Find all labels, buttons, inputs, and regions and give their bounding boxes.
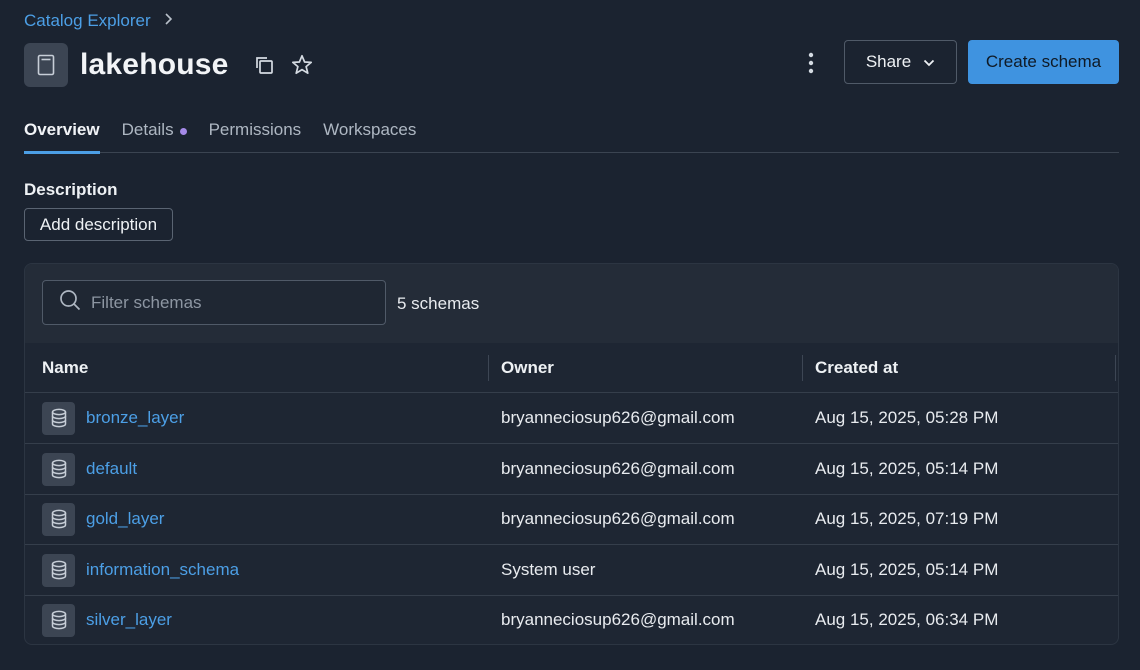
page-title: lakehouse <box>80 48 229 81</box>
schema-owner: System user <box>501 560 596 579</box>
table-row[interactable]: bronze_layer bryanneciosup626@gmail.com … <box>25 393 1118 444</box>
schemas-toolbar: 5 schemas <box>25 264 1118 343</box>
schema-owner: bryanneciosup626@gmail.com <box>501 408 735 427</box>
database-icon <box>42 452 75 486</box>
schemas-panel: 5 schemas Name Owner Created at bronze_l… <box>24 263 1119 645</box>
database-icon <box>42 502 75 536</box>
share-button[interactable]: Share <box>844 40 957 84</box>
tab-details[interactable]: Details <box>122 108 187 153</box>
description-heading: Description <box>24 180 118 199</box>
tab-overview-label: Overview <box>24 120 100 139</box>
schema-created-at: Aug 15, 2025, 06:34 PM <box>815 610 999 629</box>
table-header: Name Owner Created at <box>25 343 1118 393</box>
create-schema-button[interactable]: Create schema <box>968 40 1119 84</box>
schema-owner: bryanneciosup626@gmail.com <box>501 509 735 528</box>
column-header-owner[interactable]: Owner <box>501 343 554 393</box>
database-icon <box>42 603 75 637</box>
schema-name-link[interactable]: bronze_layer <box>86 408 184 428</box>
schema-name-link[interactable]: gold_layer <box>86 509 164 529</box>
details-indicator-dot <box>179 128 187 135</box>
column-header-name[interactable]: Name <box>42 343 88 393</box>
copy-icon[interactable] <box>251 52 277 78</box>
schema-owner: bryanneciosup626@gmail.com <box>501 459 735 478</box>
schema-name-link[interactable]: default <box>86 459 137 479</box>
schema-name-link[interactable]: silver_layer <box>86 610 172 630</box>
title-row: lakehouse <box>24 43 315 87</box>
breadcrumb: Catalog Explorer <box>24 11 173 31</box>
table-row[interactable]: silver_layer bryanneciosup626@gmail.com … <box>25 595 1118 644</box>
tab-bar: Overview Details Permissions Workspaces <box>24 108 1119 154</box>
filter-schemas-input[interactable] <box>91 292 371 313</box>
breadcrumb-catalog-explorer[interactable]: Catalog Explorer <box>24 11 151 31</box>
search-icon <box>59 289 81 316</box>
catalog-explorer-page: Catalog Explorer lakehouse Share Create … <box>0 0 1140 670</box>
star-icon[interactable] <box>289 52 315 78</box>
tab-workspaces[interactable]: Workspaces <box>323 108 416 153</box>
filter-schemas-field[interactable] <box>42 280 386 325</box>
chevron-down-icon <box>923 52 935 72</box>
catalog-icon <box>24 43 68 87</box>
column-divider[interactable] <box>802 355 803 381</box>
schema-count: 5 schemas <box>397 294 480 313</box>
table-row[interactable]: default bryanneciosup626@gmail.com Aug 1… <box>25 444 1118 495</box>
column-divider[interactable] <box>1115 355 1116 381</box>
chevron-right-icon <box>163 12 173 30</box>
tab-permissions[interactable]: Permissions <box>209 108 302 153</box>
column-divider[interactable] <box>488 355 489 381</box>
kebab-icon[interactable] <box>799 48 823 78</box>
tab-details-label: Details <box>121 120 174 139</box>
schema-created-at: Aug 15, 2025, 05:14 PM <box>815 459 999 478</box>
schema-created-at: Aug 15, 2025, 05:14 PM <box>815 560 999 579</box>
database-icon <box>42 553 75 587</box>
schema-name-link[interactable]: information_schema <box>86 560 239 580</box>
tab-workspaces-label: Workspaces <box>323 120 417 139</box>
schema-owner: bryanneciosup626@gmail.com <box>501 610 735 629</box>
column-header-created-at[interactable]: Created at <box>815 343 898 393</box>
table-row[interactable]: gold_layer bryanneciosup626@gmail.com Au… <box>25 494 1118 545</box>
database-icon <box>42 401 75 435</box>
tab-permissions-label: Permissions <box>208 120 302 139</box>
add-description-button[interactable]: Add description <box>24 208 173 241</box>
schema-created-at: Aug 15, 2025, 07:19 PM <box>815 509 999 528</box>
schema-created-at: Aug 15, 2025, 05:28 PM <box>815 408 999 427</box>
table-row[interactable]: information_schema System user Aug 15, 2… <box>25 545 1118 596</box>
share-button-label: Share <box>865 52 912 71</box>
tab-overview[interactable]: Overview <box>24 108 100 154</box>
